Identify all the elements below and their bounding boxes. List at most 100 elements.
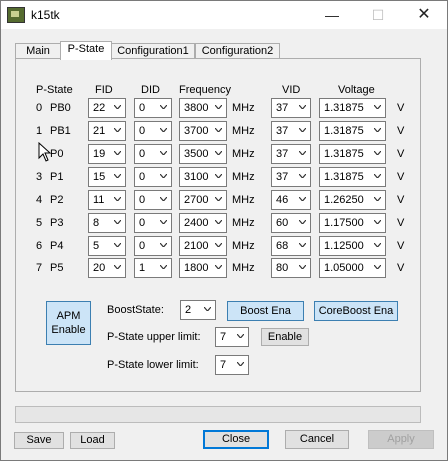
chevron-down-icon [374, 265, 381, 269]
volt-unit: V [397, 217, 405, 229]
boost-state-label: BoostState: [107, 304, 164, 316]
load-button[interactable]: Load [70, 432, 115, 449]
did-select[interactable]: 0 [134, 213, 172, 233]
chevron-down-icon [299, 174, 306, 178]
save-button[interactable]: Save [14, 432, 64, 449]
fid-select-value: 20 [93, 262, 106, 274]
did-select[interactable]: 0 [134, 167, 172, 187]
tab-p-state[interactable]: P-State [60, 41, 112, 60]
voltage-select[interactable]: 1.12500 [319, 236, 386, 256]
frequency-select[interactable]: 2700 [179, 190, 227, 210]
frequency-select[interactable]: 3500 [179, 144, 227, 164]
vid-select[interactable]: 37 [271, 144, 311, 164]
close-button[interactable]: Close [203, 430, 269, 449]
volt-unit: V [397, 102, 405, 114]
p-state-panel: P-State FID DID Frequency VID Voltage 0P… [15, 58, 421, 392]
boost-state-select[interactable]: 2 [180, 300, 216, 320]
pstate-name: P0 [50, 148, 64, 160]
did-select[interactable]: 0 [134, 121, 172, 141]
fid-select[interactable]: 5 [88, 236, 126, 256]
frequency-select[interactable]: 3100 [179, 167, 227, 187]
vid-select[interactable]: 68 [271, 236, 311, 256]
chevron-down-icon [215, 197, 222, 201]
chevron-down-icon [215, 265, 222, 269]
fid-select[interactable]: 22 [88, 98, 126, 118]
did-select[interactable]: 1 [134, 258, 172, 278]
cancel-button[interactable]: Cancel [285, 430, 349, 449]
chevron-down-icon [160, 174, 167, 178]
volt-unit: V [397, 194, 405, 206]
chevron-down-icon [299, 197, 306, 201]
voltage-select[interactable]: 1.31875 [319, 121, 386, 141]
fid-select-value: 19 [93, 148, 106, 160]
frequency-select-value: 3700 [184, 125, 209, 137]
pstate-name: P3 [50, 217, 64, 229]
frequency-select[interactable]: 3700 [179, 121, 227, 141]
did-select-value: 0 [139, 194, 146, 206]
tab-main[interactable]: Main [15, 43, 61, 59]
chevron-down-icon [114, 243, 121, 247]
vid-select[interactable]: 37 [271, 121, 311, 141]
tab-configuration1[interactable]: Configuration1 [111, 43, 195, 59]
app-window: k15tk — ☐ ✕ Main P-State Configuration1 … [0, 0, 448, 461]
chevron-down-icon [374, 220, 381, 224]
did-select-value: 0 [139, 171, 146, 183]
app-icon [7, 7, 25, 23]
frequency-select[interactable]: 3800 [179, 98, 227, 118]
vid-select[interactable]: 80 [271, 258, 311, 278]
apm-enable-button[interactable]: APM Enable [46, 301, 91, 345]
voltage-select[interactable]: 1.05000 [319, 258, 386, 278]
mouse-cursor-icon [38, 142, 52, 162]
coreboost-ena-button[interactable]: CoreBoost Ena [314, 301, 398, 321]
tab-configuration2[interactable]: Configuration2 [195, 43, 280, 59]
chevron-down-icon [114, 151, 121, 155]
voltage-select-value: 1.31875 [324, 171, 364, 183]
voltage-select[interactable]: 1.17500 [319, 213, 386, 233]
fid-select[interactable]: 20 [88, 258, 126, 278]
upper-limit-select[interactable]: 7 [215, 327, 249, 347]
vid-select[interactable]: 60 [271, 213, 311, 233]
frequency-select[interactable]: 2400 [179, 213, 227, 233]
upper-limit-label: P-State upper limit: [107, 331, 201, 343]
close-window-button[interactable]: ✕ [401, 1, 447, 29]
fid-select[interactable]: 19 [88, 144, 126, 164]
frequency-select[interactable]: 1800 [179, 258, 227, 278]
minimize-button[interactable]: — [309, 1, 355, 29]
voltage-select-value: 1.31875 [324, 125, 364, 137]
voltage-select-value: 1.17500 [324, 217, 364, 229]
mhz-unit: MHz [232, 171, 255, 183]
vid-select[interactable]: 37 [271, 167, 311, 187]
pstate-name: P2 [50, 194, 64, 206]
vid-select-value: 37 [276, 102, 289, 114]
voltage-select[interactable]: 1.31875 [319, 167, 386, 187]
did-select[interactable]: 0 [134, 236, 172, 256]
fid-select[interactable]: 11 [88, 190, 126, 210]
chevron-down-icon [299, 151, 306, 155]
frequency-select-value: 2400 [184, 217, 209, 229]
fid-select[interactable]: 8 [88, 213, 126, 233]
fid-select[interactable]: 21 [88, 121, 126, 141]
did-select[interactable]: 0 [134, 144, 172, 164]
vid-select[interactable]: 46 [271, 190, 311, 210]
lower-limit-select[interactable]: 7 [215, 355, 249, 375]
voltage-select[interactable]: 1.26250 [319, 190, 386, 210]
boost-ena-button[interactable]: Boost Ena [227, 301, 304, 321]
lower-limit-label: P-State lower limit: [107, 359, 199, 371]
enable-button[interactable]: Enable [261, 328, 309, 346]
did-select-value: 1 [139, 262, 146, 274]
chevron-down-icon [215, 243, 222, 247]
voltage-select-value: 1.05000 [324, 262, 364, 274]
did-select-value: 0 [139, 240, 146, 252]
fid-select[interactable]: 15 [88, 167, 126, 187]
frequency-select[interactable]: 2100 [179, 236, 227, 256]
voltage-select[interactable]: 1.31875 [319, 98, 386, 118]
did-select[interactable]: 0 [134, 98, 172, 118]
vid-select[interactable]: 37 [271, 98, 311, 118]
chevron-down-icon [114, 197, 121, 201]
chevron-down-icon [160, 105, 167, 109]
vid-select-value: 68 [276, 240, 289, 252]
voltage-select[interactable]: 1.31875 [319, 144, 386, 164]
volt-unit: V [397, 262, 405, 274]
did-select[interactable]: 0 [134, 190, 172, 210]
pstate-name: PB0 [50, 102, 71, 114]
